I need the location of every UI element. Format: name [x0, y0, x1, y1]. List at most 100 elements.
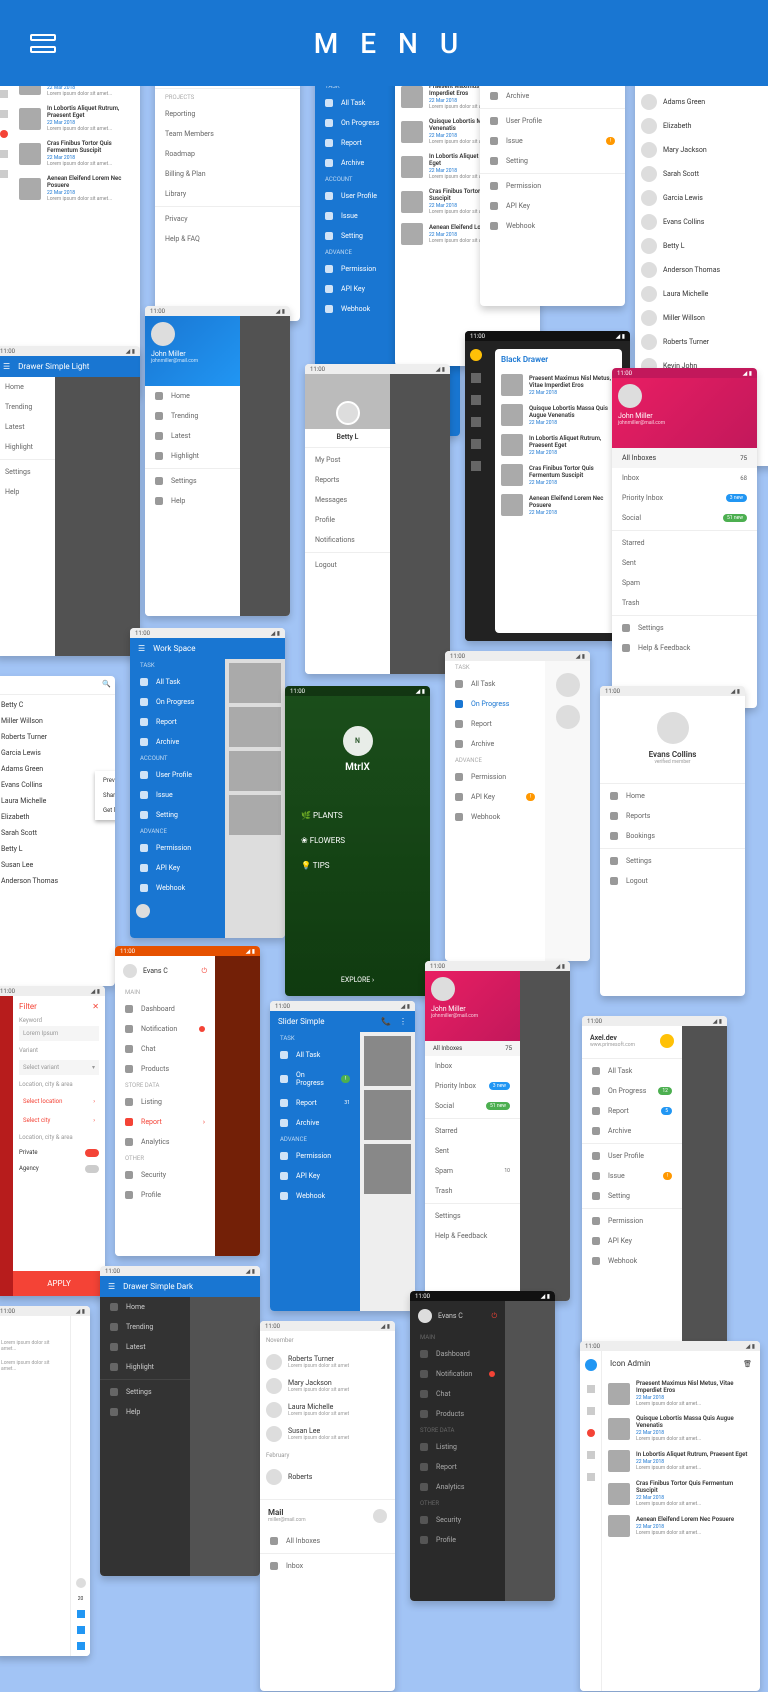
menu-all-task[interactable]: All Task	[582, 1061, 682, 1081]
contact-item[interactable]: Susan Lee	[0, 857, 115, 873]
menu-user-profile[interactable]: User Profile	[582, 1146, 682, 1166]
menu-logout[interactable]: Logout	[305, 555, 390, 575]
variant-select[interactable]: Select variant▾	[19, 1060, 99, 1075]
menu-trash[interactable]: Trash	[425, 1181, 520, 1201]
menu-report[interactable]: Report	[130, 712, 225, 732]
menu-priority[interactable]: Priority Inbox3 new	[612, 488, 757, 508]
menu-icon[interactable]	[30, 34, 56, 53]
menu-social[interactable]: Social51 new	[425, 1096, 520, 1116]
nav-icon[interactable]	[471, 395, 481, 405]
menu-webhook[interactable]: Webhook	[582, 1251, 682, 1271]
menu-api-key[interactable]: API Key	[480, 196, 625, 216]
contact-row[interactable]: Adams Green	[635, 90, 768, 114]
contact-row[interactable]: Mary Jackson	[635, 138, 768, 162]
contact-row[interactable]: Roberts TurnerLorem ipsum dolor sit amet	[260, 1350, 395, 1374]
menu-setting[interactable]: Setting	[480, 151, 625, 171]
menu-privacy[interactable]: Privacy	[155, 209, 300, 229]
menu-report[interactable]: Report›	[115, 1112, 215, 1132]
menu-profile[interactable]: Profile	[410, 1530, 505, 1550]
menu-priority[interactable]: Priority Inbox3 new	[425, 1076, 520, 1096]
ctx-preview[interactable]: Preview	[95, 773, 115, 788]
menu-api-key[interactable]: API Key!	[445, 787, 545, 807]
menu-help[interactable]: Help & Feedback	[612, 638, 757, 658]
avatar[interactable]	[373, 1509, 387, 1523]
menu-flowers[interactable]: ❀ FLOWERS	[301, 828, 414, 853]
menu-home[interactable]: Home	[100, 1297, 190, 1317]
feed-item[interactable]: Quisque Lobortis Massa Quis Augue Venena…	[529, 405, 616, 419]
menu-messages[interactable]: Messages	[305, 490, 390, 510]
contact-item[interactable]: Anderson Thomas	[0, 873, 115, 889]
menu-setting[interactable]: Setting	[582, 1186, 682, 1206]
menu-highlight[interactable]: Highlight	[145, 446, 240, 466]
feed-title[interactable]: In Lobortis Aliquet Rutrum, Praesent Ege…	[47, 105, 134, 119]
feed-item[interactable]: Cras Finibus Tortor Quis Fermentum Susci…	[636, 1480, 754, 1494]
menu-analytics[interactable]: Analytics	[410, 1477, 505, 1497]
menu-security[interactable]: Security	[410, 1510, 505, 1530]
menu-webhook[interactable]: Webhook	[270, 1186, 360, 1206]
menu-listing[interactable]: Listing	[115, 1092, 215, 1112]
menu-settings[interactable]: Settings	[145, 471, 240, 491]
menu-highlight[interactable]: Highlight	[0, 437, 55, 457]
contact-row[interactable]: Elizabeth	[635, 114, 768, 138]
menu-dashboard[interactable]: Dashboard	[115, 999, 215, 1019]
menu-dashboard[interactable]: Dashboard	[410, 1344, 505, 1364]
nav-icon[interactable]	[587, 1473, 595, 1481]
menu-settings[interactable]: Settings	[612, 618, 757, 638]
menu-permission[interactable]: Permission	[130, 838, 225, 858]
menu-trending[interactable]: Trending	[145, 406, 240, 426]
menu-all-task[interactable]: All Task	[270, 1045, 360, 1065]
nav-icon[interactable]	[471, 417, 481, 427]
keyword-input[interactable]: Lorem Ipsum	[19, 1026, 99, 1041]
nav-icon[interactable]	[587, 1385, 595, 1393]
menu-webhook[interactable]: Webhook	[480, 216, 625, 236]
menu-permission[interactable]: Permission	[480, 176, 625, 196]
delete-icon[interactable]: 🗑	[743, 1360, 752, 1368]
menu-notifications[interactable]: Notifications	[305, 530, 390, 550]
menu-sent[interactable]: Sent	[425, 1141, 520, 1161]
contact-item[interactable]: Betty C	[0, 697, 115, 713]
nav-icon[interactable]	[77, 1626, 85, 1634]
contact-item[interactable]: Roberts Turner	[0, 729, 115, 745]
nav-icon[interactable]	[77, 1610, 85, 1618]
menu-trash[interactable]: Trash	[612, 593, 757, 613]
phone-icon[interactable]: 📞	[381, 1017, 391, 1026]
feed-item[interactable]: Praesent Maximus Nisl Metus, Vitae Imper…	[636, 1380, 754, 1394]
contact-item[interactable]: Betty L	[0, 841, 115, 857]
area-select[interactable]: Select city›	[19, 1113, 99, 1128]
menu-archive[interactable]: Archive	[582, 1121, 682, 1141]
feed-item[interactable]: In Lobortis Aliquet Rutrum, Praesent Ege…	[636, 1451, 754, 1458]
contact-item[interactable]: Miller Willson	[0, 713, 115, 729]
menu-help[interactable]: Help & Feedback	[425, 1226, 520, 1246]
menu-inbox[interactable]: Inbox	[260, 1556, 395, 1576]
menu-latest[interactable]: Latest	[145, 426, 240, 446]
menu-home[interactable]: Home	[145, 386, 240, 406]
feed-item[interactable]: Quisque Lobortis Massa Quis Augue Venena…	[636, 1415, 754, 1429]
menu-on-progress[interactable]: On Progress12	[582, 1081, 682, 1101]
menu-user-profile[interactable]: User Profile	[130, 765, 225, 785]
menu-team-members[interactable]: Team Members	[155, 124, 300, 144]
contact-row[interactable]: Anderson Thomas	[635, 258, 768, 282]
menu-bookings[interactable]: Bookings	[600, 826, 745, 846]
nav-icon[interactable]	[77, 1642, 85, 1650]
menu-help[interactable]: Help	[100, 1402, 190, 1422]
menu-products[interactable]: Products	[410, 1404, 505, 1424]
menu-permission[interactable]: Permission	[582, 1211, 682, 1231]
menu-reports[interactable]: Reports	[600, 806, 745, 826]
menu-issue[interactable]: Issue!	[480, 131, 625, 151]
menu-plants[interactable]: 🌿 PLANTS	[301, 803, 414, 828]
feed-item[interactable]: Cras Finibus Tortor Quis Fermentum Susci…	[529, 465, 616, 479]
contact-row[interactable]: Sarah Scott	[635, 162, 768, 186]
menu-all-task[interactable]: All Task	[130, 672, 225, 692]
menu-home[interactable]: Home	[600, 786, 745, 806]
feed-title[interactable]: Aenean Eleifend Lorem Nec Posuere	[47, 175, 134, 189]
menu-setting[interactable]: Setting	[130, 805, 225, 825]
menu-sent[interactable]: Sent	[612, 553, 757, 573]
menu-issue[interactable]: Issue!	[582, 1166, 682, 1186]
menu-report[interactable]: Report	[410, 1457, 505, 1477]
feed-item[interactable]: Aenean Eleifend Lorem Nec Posuere	[636, 1516, 754, 1523]
menu-library[interactable]: Library	[155, 184, 300, 204]
apply-button[interactable]: APPLY	[13, 1271, 105, 1296]
menu-my-post[interactable]: My Post	[305, 450, 390, 470]
menu-report[interactable]: Report	[445, 714, 545, 734]
menu-starred[interactable]: Starred	[612, 533, 757, 553]
